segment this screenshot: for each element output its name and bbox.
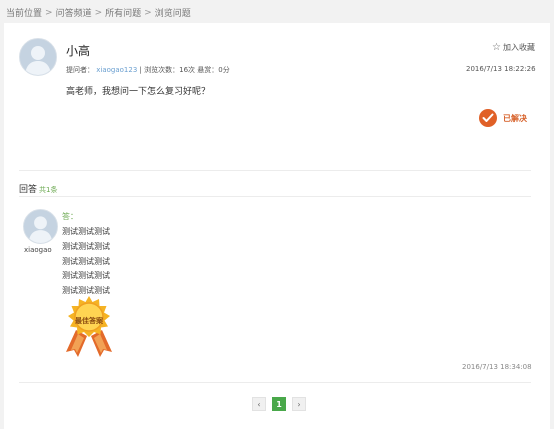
breadcrumb-browse-question: 浏览问题 [154,9,191,19]
breadcrumb-current-location: 当前位置 [6,9,43,19]
answer-text-line: 测试测试测试 [62,257,110,266]
breadcrumb-separator: > [45,7,53,18]
user-silhouette-icon [20,39,56,75]
breadcrumb: 当前位置 > 问答频道 > 所有问题 > 浏览问题 [6,6,191,20]
award-ribbon-icon [66,296,112,357]
answer-timestamp: 2016/7/13 18:34:08 [462,363,532,371]
answers-heading: 回答 共1条 [19,182,57,195]
question-meta: 提问者： xiaogao123 | 浏览次数：16次 悬赏：0分 [66,65,230,75]
answer-text-line: 测试测试测试 [62,227,110,236]
pagination: ‹ 1 › [252,397,312,411]
breadcrumb-separator: > [94,7,103,18]
answer-text-line: 测试测试测试 [62,242,110,251]
view-count: 浏览次数：16次 [144,66,196,74]
question-author[interactable]: 小高 [66,42,90,59]
prev-page-button[interactable]: ‹ [252,397,266,411]
page-1-button[interactable]: 1 [272,397,286,411]
star-icon: ☆ [492,42,501,53]
asker-name-link[interactable]: xiaogao123 [96,66,137,74]
answers-heading-label: 回答 [19,185,38,195]
breadcrumb-link-all-questions[interactable]: 所有问题 [105,6,141,19]
question-timestamp: 2016/7/13 18:22:26 [466,65,536,73]
answer-text-line: 测试测试测试 [62,271,110,280]
section-divider [19,170,531,171]
answers-count: 共1条 [39,186,58,194]
checkmark-icon [479,109,497,127]
section-divider [19,196,531,197]
asker-avatar[interactable] [19,38,57,76]
best-answer-label: 最佳答案 [75,317,103,325]
answer-label: 答： [62,212,78,221]
question-body: 高老师，我想问一下怎么复习好呢？ [66,87,211,97]
breadcrumb-link-qa-channel[interactable]: 问答频道 [56,6,92,19]
breadcrumb-separator: > [144,7,152,18]
solved-status-badge: 已解决 [479,109,527,127]
add-favorite-button[interactable]: ☆ 加入收藏 [492,42,535,53]
section-divider [19,382,531,383]
asker-label: 提问者： [66,66,94,74]
user-silhouette-icon [24,210,57,243]
best-answer-badge: 最佳答案 [60,294,118,360]
next-page-button[interactable]: › [292,397,306,411]
answerer-name[interactable]: xiaogao [24,246,52,254]
answerer-avatar[interactable] [23,209,58,244]
solved-status-label: 已解决 [503,113,527,123]
reward-points: 悬赏：0分 [197,66,230,74]
add-favorite-label: 加入收藏 [502,43,535,52]
